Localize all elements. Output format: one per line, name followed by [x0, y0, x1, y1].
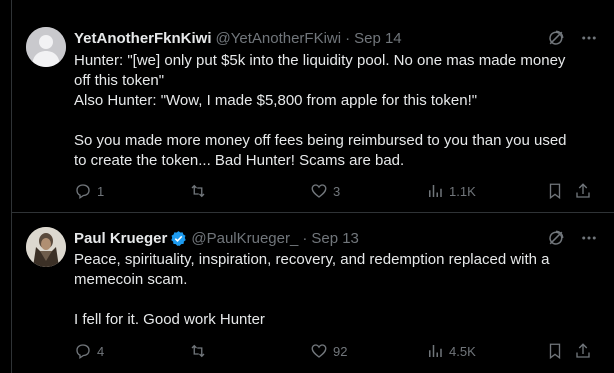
tweet-header: YetAnotherFknKiwi @YetAnotherFKiwi · Sep… — [74, 27, 598, 49]
tweet-header: Paul Krueger @PaulKrueger_ · Sep 13 — [74, 227, 598, 249]
tweet-date[interactable]: Sep 14 — [354, 30, 402, 47]
tweet[interactable]: Paul Krueger @PaulKrueger_ · Sep 13 Peac… — [12, 214, 614, 373]
tweet-date[interactable]: Sep 13 — [311, 230, 359, 247]
share-button[interactable] — [574, 342, 592, 360]
reply-button[interactable]: 1 — [74, 182, 104, 200]
heart-icon — [311, 184, 327, 198]
views-button[interactable]: 1.1K — [426, 182, 476, 200]
bookmark-button[interactable] — [546, 342, 564, 360]
more-icon[interactable] — [580, 29, 598, 47]
separator-dot: · — [345, 29, 351, 47]
tweet[interactable]: YetAnotherFknKiwi @YetAnotherFKiwi · Sep… — [12, 0, 614, 213]
display-name[interactable]: YetAnotherFknKiwi — [74, 30, 212, 47]
like-button[interactable]: 3 — [310, 182, 340, 200]
avatar[interactable] — [26, 27, 66, 67]
tweet-text: Hunter: "[we] only put $5k into the liqu… — [74, 52, 567, 169]
view-count: 1.1K — [449, 183, 476, 199]
retweet-button[interactable] — [188, 182, 213, 200]
display-name[interactable]: Paul Krueger — [74, 230, 167, 247]
reply-icon — [76, 344, 90, 360]
bookmark-icon — [549, 343, 561, 360]
reply-count: 1 — [97, 183, 105, 199]
views-icon — [429, 345, 442, 357]
separator-dot: · — [302, 229, 308, 247]
avatar[interactable] — [26, 227, 66, 267]
like-count: 3 — [333, 183, 341, 199]
share-button[interactable] — [574, 182, 592, 200]
bookmark-button[interactable] — [546, 182, 564, 200]
views-icon — [429, 185, 442, 197]
tweet-actions: 1 3 1.1K — [74, 181, 604, 201]
retweet-button[interactable] — [188, 342, 213, 360]
retweet-icon — [191, 344, 205, 358]
tweet-actions: 4 92 4.5K — [74, 341, 604, 361]
heart-icon — [311, 344, 327, 358]
views-button[interactable]: 4.5K — [426, 342, 476, 360]
reply-button[interactable]: 4 — [74, 342, 104, 360]
share-icon — [576, 343, 590, 358]
verified-badge-icon[interactable] — [170, 230, 187, 247]
user-handle[interactable]: @PaulKrueger_ — [191, 230, 298, 247]
more-icon[interactable] — [580, 229, 598, 247]
tweet-text: Peace, spirituality, inspiration, recove… — [74, 251, 550, 328]
grok-icon[interactable] — [546, 28, 566, 48]
bookmark-icon — [549, 183, 561, 200]
retweet-icon — [191, 184, 205, 198]
reply-count: 4 — [97, 343, 105, 359]
like-button[interactable]: 92 — [310, 342, 347, 360]
like-count: 92 — [333, 343, 348, 359]
view-count: 4.5K — [449, 343, 476, 359]
user-handle[interactable]: @YetAnotherFKiwi — [216, 30, 342, 47]
grok-icon[interactable] — [546, 228, 566, 248]
share-icon — [576, 183, 590, 198]
reply-icon — [76, 184, 90, 200]
